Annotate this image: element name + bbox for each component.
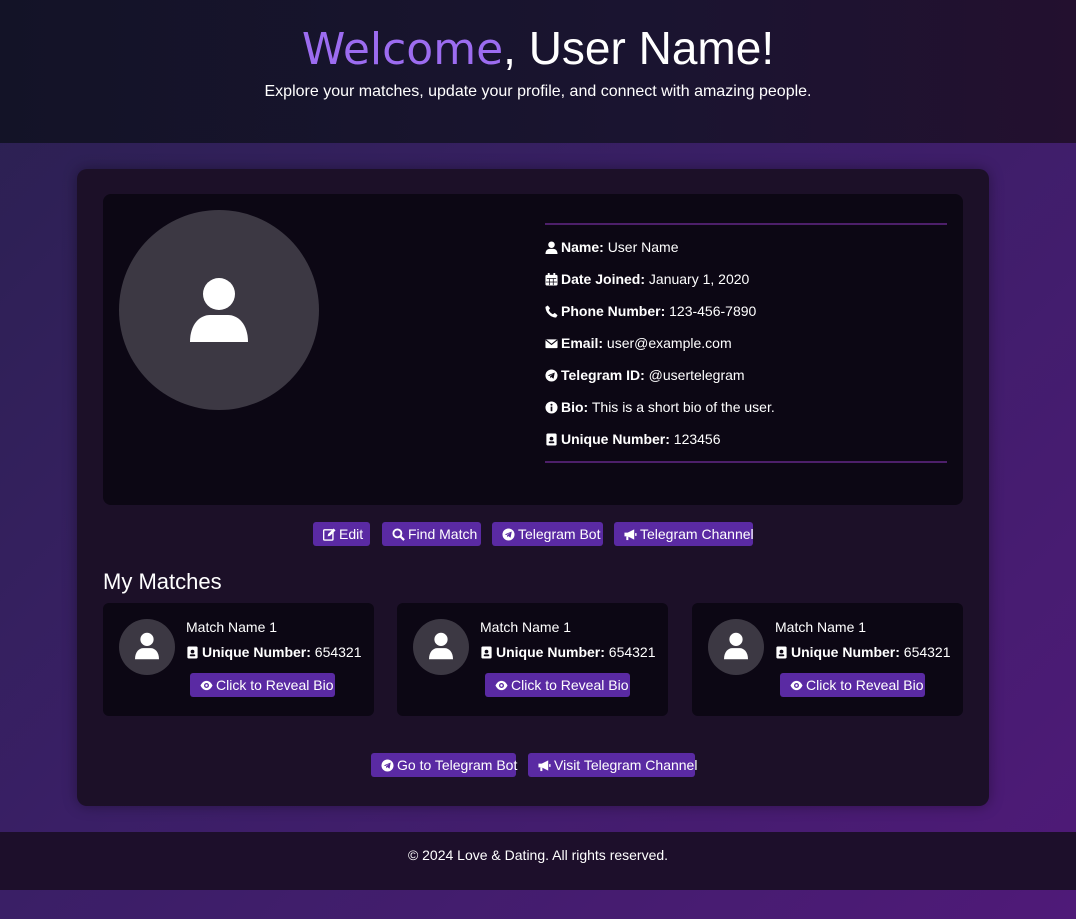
matches-title: My Matches — [103, 569, 222, 594]
telegram-channel-button[interactable]: Telegram Channel — [614, 522, 754, 546]
visit-telegram-channel-button[interactable]: Visit Telegram Channel — [528, 753, 697, 777]
copyright-text: © 2024 Love & Dating. All rights reserve… — [407, 847, 669, 863]
profile-telegram-row: Telegram ID: @usertelegram — [545, 365, 745, 385]
welcome-word: Welcome — [301, 24, 504, 75]
match-name: Match Name 1 — [775, 619, 867, 635]
match-avatar — [413, 619, 469, 675]
user-icon — [190, 278, 248, 342]
match-unique-number: Unique Number: 654321 — [186, 643, 362, 661]
dashboard-card: Name: User Name Date Joined: January 1, … — [77, 169, 989, 806]
match-card: Match Name 1 Unique Number: 654321 Click… — [103, 603, 374, 716]
telegram-bot-button[interactable]: Telegram Bot — [492, 522, 603, 546]
page-footer: © 2024 Love & Dating. All rights reserve… — [0, 832, 1076, 890]
profile-unique-row: Unique Number: 123456 — [545, 429, 721, 449]
info-icon — [545, 401, 558, 414]
match-name: Match Name 1 — [480, 619, 572, 635]
match-card: Match Name 1 Unique Number: 654321 Click… — [692, 603, 963, 716]
envelope-icon — [545, 339, 558, 349]
match-unique-number: Unique Number: 654321 — [480, 643, 656, 661]
profile-email-row: Email: user@example.com — [545, 333, 732, 353]
welcome-user: , User Name! — [503, 22, 775, 74]
megaphone-icon — [624, 529, 637, 541]
eye-icon — [200, 680, 213, 691]
reveal-bio-button[interactable]: Click to Reveal Bio — [190, 673, 335, 697]
user-icon — [545, 241, 558, 254]
id-badge-icon — [481, 646, 492, 659]
match-avatar — [708, 619, 764, 675]
find-match-button[interactable]: Find Match — [382, 522, 481, 546]
telegram-icon — [502, 528, 515, 541]
profile-bio-row: Bio: This is a short bio of the user. — [545, 397, 775, 417]
page-subtitle: Explore your matches, update your profil… — [264, 83, 812, 100]
megaphone-icon — [538, 760, 551, 772]
id-badge-icon — [546, 433, 557, 446]
profile-phone-row: Phone Number: 123-456-7890 — [545, 301, 756, 321]
search-icon — [392, 528, 405, 541]
page-header: Welcome, User Name! Explore your matches… — [0, 0, 1076, 143]
eye-icon — [790, 680, 803, 691]
profile-info: Name: User Name Date Joined: January 1, … — [545, 223, 947, 463]
edit-icon — [323, 528, 336, 541]
match-avatar — [119, 619, 175, 675]
match-unique-number: Unique Number: 654321 — [775, 643, 951, 661]
id-badge-icon — [187, 646, 198, 659]
match-name: Match Name 1 — [186, 619, 278, 635]
user-icon — [724, 632, 748, 660]
edit-button[interactable]: Edit — [313, 522, 370, 546]
id-badge-icon — [776, 646, 787, 659]
user-icon — [429, 632, 453, 660]
profile-panel: Name: User Name Date Joined: January 1, … — [103, 194, 963, 505]
go-to-telegram-bot-button[interactable]: Go to Telegram Bot — [371, 753, 517, 777]
telegram-icon — [381, 759, 394, 772]
phone-icon — [545, 305, 558, 318]
calendar-icon — [545, 273, 558, 286]
profile-avatar — [119, 210, 319, 410]
eye-icon — [495, 680, 508, 691]
page-title: Welcome, User Name! — [0, 20, 1076, 78]
reveal-bio-button[interactable]: Click to Reveal Bio — [780, 673, 925, 697]
profile-date-row: Date Joined: January 1, 2020 — [545, 269, 749, 289]
reveal-bio-button[interactable]: Click to Reveal Bio — [485, 673, 630, 697]
user-icon — [135, 632, 159, 660]
profile-name-row: Name: User Name — [545, 237, 678, 257]
match-card: Match Name 1 Unique Number: 654321 Click… — [397, 603, 668, 716]
telegram-icon — [545, 369, 558, 382]
